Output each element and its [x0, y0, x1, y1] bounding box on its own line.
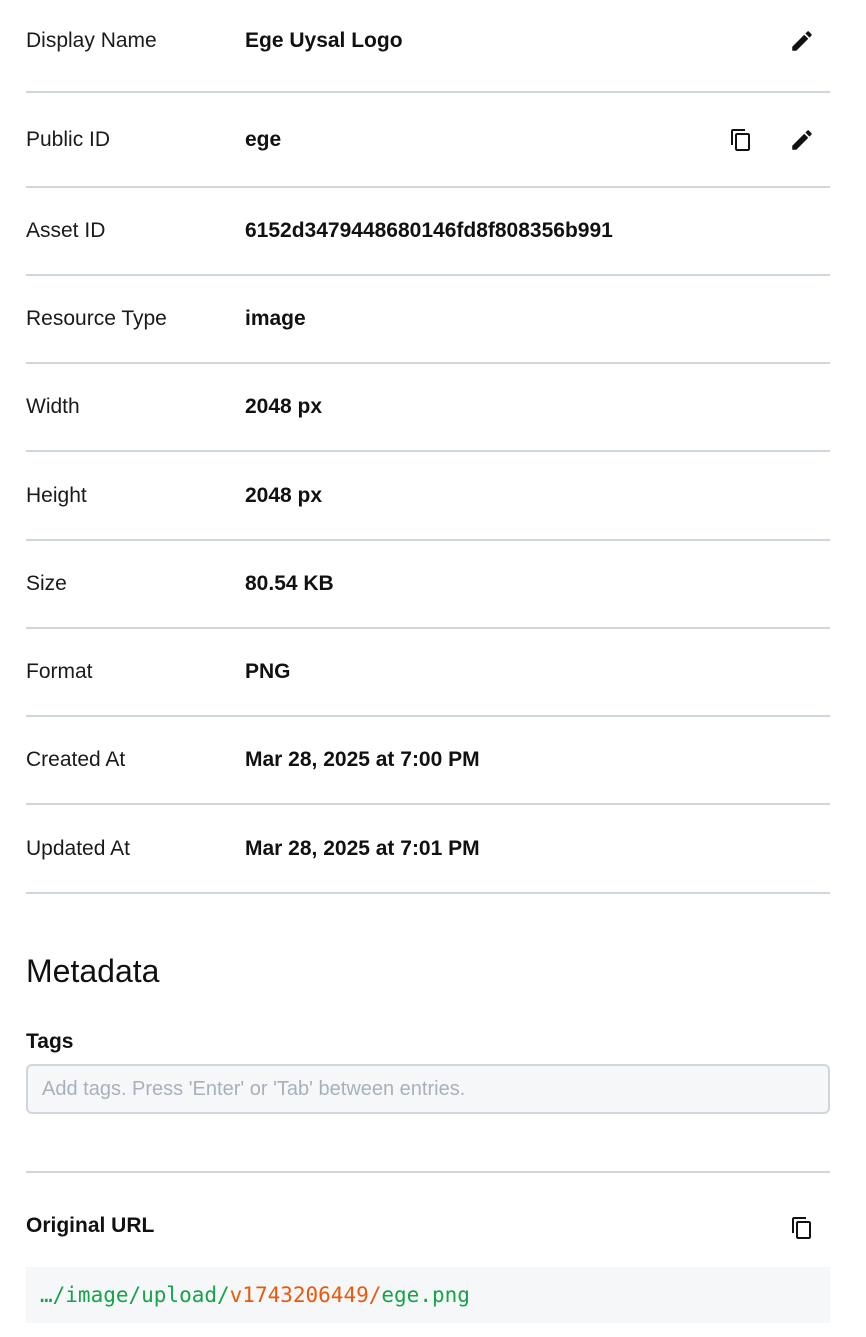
detail-row-height: Height 2048 px: [26, 452, 830, 541]
size-label: Size: [26, 572, 67, 595]
detail-row-resource-type: Resource Type image: [26, 276, 830, 364]
url-separator: /: [368, 1283, 382, 1307]
asset-id-label: Asset ID: [26, 219, 106, 242]
public-id-label: Public ID: [26, 127, 111, 151]
display-name-value: Ege Uysal Logo: [245, 28, 403, 52]
original-url-box[interactable]: …/image/upload/v1743206449/ege.png: [26, 1267, 830, 1323]
created-at-value: Mar 28, 2025 at 7:00 PM: [245, 748, 480, 771]
height-label: Height: [26, 483, 87, 507]
public-id-edit-button[interactable]: [782, 120, 822, 160]
tags-input[interactable]: [26, 1064, 830, 1114]
asset-id-value: 6152d3479448680146fd8f808356b991: [245, 219, 613, 242]
details-list: Display Name Ege Uysal Logo Public ID ege As…: [26, 0, 830, 894]
created-at-label: Created At: [26, 748, 126, 771]
resource-type-value: image: [245, 307, 306, 330]
updated-at-value: Mar 28, 2025 at 7:01 PM: [245, 836, 480, 860]
copy-url-button[interactable]: [782, 1208, 822, 1248]
updated-at-label: Updated At: [26, 836, 130, 860]
detail-row-size: Size 80.54 KB: [26, 541, 830, 629]
width-label: Width: [26, 395, 80, 418]
height-value: 2048 px: [245, 483, 323, 507]
detail-row-created-at: Created At Mar 28, 2025 at 7:00 PM: [26, 717, 830, 805]
detail-row-public-id: Public ID ege: [26, 93, 830, 188]
detail-row-display-name: Display Name Ege Uysal Logo: [26, 0, 830, 93]
display-name-edit-button[interactable]: [782, 21, 822, 61]
detail-row-width: Width 2048 px: [26, 364, 830, 452]
detail-row-format: Format PNG: [26, 629, 830, 717]
url-path-prefix: …/image/upload/: [40, 1283, 230, 1307]
url-version: v1743206449: [229, 1283, 369, 1307]
detail-row-asset-id: Asset ID 6152d3479448680146fd8f808356b991: [26, 188, 830, 276]
format-value: PNG: [245, 660, 291, 683]
url-filename: ege.png: [381, 1283, 470, 1307]
tags-label: Tags: [26, 1030, 74, 1053]
copy-icon: [790, 1216, 814, 1240]
detail-row-updated-at: Updated At Mar 28, 2025 at 7:01 PM: [26, 805, 830, 894]
width-value: 2048 px: [245, 395, 323, 418]
original-url-label: Original URL: [26, 1214, 155, 1237]
display-name-actions: [782, 0, 822, 91]
format-label: Format: [26, 660, 93, 683]
copy-icon: [729, 128, 753, 152]
edit-icon: [789, 28, 815, 54]
section-divider: [26, 1171, 830, 1173]
resource-type-label: Resource Type: [26, 307, 167, 330]
edit-icon: [789, 127, 815, 153]
size-value: 80.54 KB: [245, 572, 334, 595]
public-id-copy-button[interactable]: [721, 120, 761, 160]
display-name-label: Display Name: [26, 28, 157, 52]
public-id-actions: [721, 93, 822, 186]
metadata-section-title: Metadata: [26, 953, 160, 989]
asset-details-panel: Display Name Ege Uysal Logo Public ID ege As…: [26, 0, 830, 1323]
